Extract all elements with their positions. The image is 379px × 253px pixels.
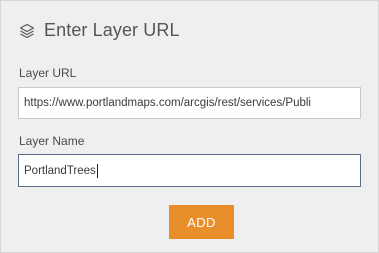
layers-icon xyxy=(18,22,35,39)
layer-url-label: Layer URL xyxy=(19,66,77,80)
add-button[interactable]: ADD xyxy=(169,205,234,239)
add-layer-panel: Enter Layer URL Layer URL https://www.po… xyxy=(0,0,379,253)
panel-header: Enter Layer URL xyxy=(18,20,180,41)
layer-name-label: Layer Name xyxy=(19,134,85,148)
panel-title: Enter Layer URL xyxy=(44,20,180,40)
layer-name-input[interactable]: PortlandTrees xyxy=(18,154,361,187)
layer-name-value: PortlandTrees xyxy=(24,164,96,177)
text-cursor xyxy=(96,163,98,178)
layer-url-input[interactable]: https://www.portlandmaps.com/arcgis/rest… xyxy=(18,87,361,119)
layer-url-value: https://www.portlandmaps.com/arcgis/rest… xyxy=(24,97,311,109)
